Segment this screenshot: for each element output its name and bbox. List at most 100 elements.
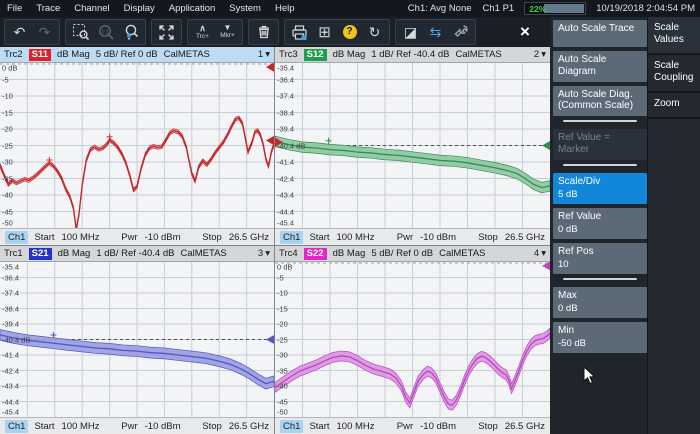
dark-mode-icon[interactable]: ◪ bbox=[398, 20, 423, 44]
softkey-auto-scale-diagram[interactable]: Auto Scale Diagram bbox=[553, 51, 647, 82]
status-datetime: 10/19/2018 2:04:54 PM bbox=[596, 3, 695, 14]
trace-format: dB Mag bbox=[332, 49, 366, 60]
window-number-menu[interactable]: 1 ▾ bbox=[258, 49, 270, 60]
sweep-progress-fill bbox=[543, 4, 585, 13]
trace-name: Trc2 bbox=[4, 49, 23, 60]
softkey-auto-scale-common[interactable]: Auto Scale Diag. (Common Scale) bbox=[553, 85, 647, 117]
diagram-2: Trc3 S12 dB Mag 1 dB/ Ref -40.4 dB CalME… bbox=[275, 47, 550, 245]
restart-sweep-icon[interactable]: ↻ bbox=[362, 20, 387, 44]
tab-scale-values[interactable]: Scale Values bbox=[648, 17, 700, 55]
chevron-down-icon: ▾ bbox=[265, 248, 270, 259]
sweep-progress-value: 22% bbox=[529, 4, 547, 14]
zoom-selection-icon[interactable] bbox=[68, 20, 93, 44]
tab-zoom[interactable]: Zoom bbox=[648, 93, 700, 119]
trace-header-trc4[interactable]: Trc4 S22 dB Mag 5 dB/ Ref 0 dB CalMETAS … bbox=[275, 246, 550, 262]
windows-icon[interactable]: ⊞ bbox=[312, 20, 337, 44]
pwr-value: -10 dBm bbox=[144, 420, 181, 432]
zoom-settings-icon[interactable] bbox=[118, 20, 143, 44]
trace-name: Trc4 bbox=[279, 248, 298, 259]
trace-cal: CalMETAS bbox=[163, 49, 210, 60]
channel-axis-bar[interactable]: Ch1 Start 100 MHz Pwr -10 dBm Stop 26.5 GHz bbox=[0, 228, 274, 245]
undo-icon[interactable]: ↶ bbox=[7, 20, 32, 44]
stop-label: Stop bbox=[202, 420, 222, 432]
mouse-cursor bbox=[583, 365, 596, 390]
plot-area-s22[interactable]: 0 dB -5 -10 -15 -20 -25 -30 -35 -40 -45 -50 bbox=[275, 262, 550, 417]
softkey-ref-value[interactable]: Ref Value 0 dB bbox=[553, 207, 647, 239]
channel-axis-bar[interactable]: Ch1 Start 100 MHz Pwr -10 dBm Stop 26.5 GHz bbox=[0, 417, 274, 434]
delete-icon[interactable] bbox=[251, 20, 276, 44]
menu-channel[interactable]: Channel bbox=[67, 0, 116, 17]
softkey-ref-pos[interactable]: Ref Pos 10 bbox=[553, 242, 647, 274]
diagram-4: Trc4 S22 dB Mag 5 dB/ Ref 0 dB CalMETAS … bbox=[275, 246, 550, 434]
menu-system[interactable]: System bbox=[222, 0, 268, 17]
status-receiver: Ch1 P1 bbox=[482, 3, 515, 14]
softkey-max[interactable]: Max 0 dB bbox=[553, 286, 647, 318]
channel-badge: Ch1 bbox=[5, 230, 29, 244]
trace-format: dB Mag bbox=[57, 248, 91, 259]
trace-scale: 5 dB/ Ref 0 dB bbox=[371, 248, 434, 259]
window-number-menu[interactable]: 3 ▾ bbox=[258, 248, 270, 259]
channel-axis-bar[interactable]: Ch1 Start 100 MHz Pwr -10 dBm Stop 26.5 GHz bbox=[275, 417, 550, 434]
trace-format: dB Mag bbox=[57, 49, 90, 60]
diagram-3: Trc1 S21 dB Mag 1 dB/ Ref -40.4 dB CalME… bbox=[0, 246, 274, 434]
stop-value: 26.5 GHz bbox=[228, 231, 269, 243]
menu-file[interactable]: File bbox=[0, 0, 29, 17]
menu-application[interactable]: Application bbox=[162, 0, 222, 17]
channel-axis-bar[interactable]: Ch1 Start 100 MHz Pwr -10 dBm Stop 26.5 GHz bbox=[275, 228, 550, 245]
diagram-1: Trc2 S11 dB Mag 5 dB/ Ref 0 dB CalMETAS … bbox=[0, 47, 274, 245]
add-trace-icon[interactable]: ∧ Trc+ bbox=[190, 20, 215, 44]
window-number-menu[interactable]: 4 ▾ bbox=[534, 248, 546, 259]
stop-value: 26.5 GHz bbox=[228, 420, 269, 432]
print-icon[interactable] bbox=[287, 20, 312, 44]
add-marker-icon[interactable]: ▼ Mkr+ bbox=[215, 20, 240, 44]
sparam-badge-s12: S12 bbox=[303, 48, 327, 61]
divider bbox=[563, 120, 637, 123]
pwr-value: -10 dBm bbox=[420, 420, 457, 432]
stop-label: Stop bbox=[478, 420, 498, 432]
pwr-label: Pwr bbox=[396, 420, 414, 432]
trace-scale: 1 dB/ Ref -40.4 dB bbox=[371, 49, 450, 60]
chevron-down-icon: ▾ bbox=[265, 49, 270, 60]
pwr-label: Pwr bbox=[396, 231, 414, 243]
start-value: 100 MHz bbox=[61, 420, 100, 432]
trace-cal: CalMETAS bbox=[455, 49, 502, 60]
softkey-min[interactable]: Min -50 dB bbox=[553, 321, 647, 353]
plot-area-s21[interactable]: -35.4 -36.4 -37.4 -38.4 -39.4 -40.4 dB -41.4 -4… bbox=[0, 262, 274, 417]
window-number-menu[interactable]: 2 ▾ bbox=[534, 49, 546, 60]
trace-cal: CalMETAS bbox=[439, 248, 486, 259]
delete-group bbox=[248, 19, 279, 45]
channel-badge: Ch1 bbox=[280, 419, 304, 433]
plot-area-s11[interactable]: 0 dB -5 -10 -15 -20 -25 -30 -35 -40 -45 -50 bbox=[0, 63, 274, 228]
softkey-auto-scale-trace[interactable]: Auto Scale Trace bbox=[553, 20, 647, 47]
undo-group: ↶ ↷ bbox=[4, 19, 60, 45]
channel-badge: Ch1 bbox=[5, 419, 29, 433]
pwr-value: -10 dBm bbox=[420, 231, 457, 243]
stop-label: Stop bbox=[202, 231, 222, 243]
menu-display[interactable]: Display bbox=[117, 0, 162, 17]
menu-help[interactable]: Help bbox=[268, 0, 302, 17]
stop-label: Stop bbox=[478, 231, 498, 243]
help-icon[interactable]: ? bbox=[337, 20, 362, 44]
close-icon[interactable]: × bbox=[512, 20, 538, 44]
start-value: 100 MHz bbox=[336, 231, 375, 243]
zoom-1to1-icon[interactable]: 1:1 bbox=[93, 20, 118, 44]
setup-wrench-icon[interactable] bbox=[448, 20, 473, 44]
trace-header-trc1[interactable]: Trc1 S21 dB Mag 1 dB/ Ref -40.4 dB CalME… bbox=[0, 246, 274, 262]
chevron-down-icon: ▾ bbox=[541, 248, 546, 259]
start-label: Start bbox=[309, 420, 330, 432]
swap-ports-icon[interactable]: ⇆ bbox=[423, 20, 448, 44]
trace-header-trc3[interactable]: Trc3 S12 dB Mag 1 dB/ Ref -40.4 dB CalME… bbox=[275, 47, 550, 63]
start-label: Start bbox=[34, 231, 55, 243]
toolbar: ↶ ↷ 1:1 ∧ Trc+ ▼ Mkr+ ⊞ ? ↻ ◪ ⇆ × bbox=[0, 17, 550, 47]
trace-header-trc2[interactable]: Trc2 S11 dB Mag 5 dB/ Ref 0 dB CalMETAS … bbox=[0, 47, 274, 63]
softkey-ref-value-marker: Ref Value = Marker bbox=[553, 129, 647, 160]
start-label: Start bbox=[34, 420, 55, 432]
pwr-label: Pwr bbox=[121, 420, 138, 432]
menu-trace[interactable]: Trace bbox=[29, 0, 67, 17]
start-label: Start bbox=[309, 231, 330, 243]
plot-area-s12[interactable]: -35.4 -36.4 -37.4 -38.4 -39.4 -40.4 dB -41.4 -4… bbox=[275, 63, 550, 228]
tab-scale-coupling[interactable]: Scale Coupling bbox=[648, 55, 700, 93]
maximize-diagram-icon[interactable] bbox=[154, 20, 179, 44]
softkey-scale-div[interactable]: Scale/Div 5 dB bbox=[553, 172, 647, 204]
redo-icon[interactable]: ↷ bbox=[32, 20, 57, 44]
